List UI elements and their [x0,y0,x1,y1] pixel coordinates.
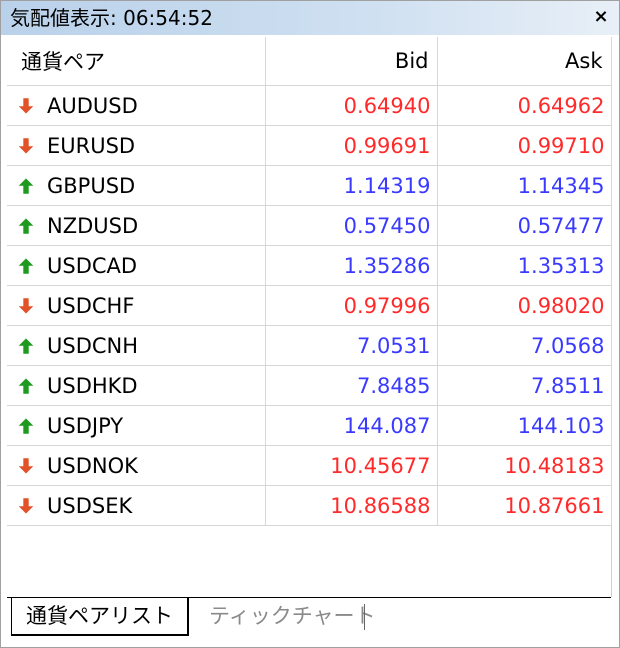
symbol-cell[interactable]: USDNOK [7,445,266,486]
arrow-up-icon [17,377,35,394]
symbol-cell[interactable]: USDSEK [7,485,266,526]
ask-cell[interactable]: 0.57477 [437,205,612,246]
window-title: 気配値表示: 06:54:52 [10,6,213,30]
title-bar[interactable]: 気配値表示: 06:54:52 × [1,1,619,35]
symbol-cell[interactable]: NZDUSD [7,205,266,246]
bid-cell[interactable]: 7.8485 [265,365,438,406]
quotes-table-body: AUDUSD 0.64940 0.64962 EURUSD 0.99691 0.99710… [7,85,612,526]
arrow-up-icon [17,337,35,354]
ask-cell[interactable]: 1.35313 [437,245,612,286]
table-row[interactable]: AUDUSD 0.64940 0.64962 [7,85,612,126]
quotes-table: 通貨ペア Bid Ask AUDUSD 0.64940 0.64962 EURUSD 0… [7,37,612,526]
table-row[interactable]: NZDUSD 0.57450 0.57477 [7,205,612,246]
symbol-label: USDSEK [47,493,133,518]
ask-cell[interactable]: 7.8511 [437,365,612,406]
symbol-label: GBPUSD [47,173,136,198]
ask-cell[interactable]: 1.14345 [437,165,612,206]
arrow-down-icon [17,497,35,514]
table-row[interactable]: USDCAD 1.35286 1.35313 [7,245,612,286]
table-header-row: 通貨ペア Bid Ask [7,37,612,86]
symbol-label: EURUSD [47,133,136,158]
table-row[interactable]: USDCNH 7.0531 7.0568 [7,325,612,366]
bid-cell[interactable]: 10.45677 [265,445,438,486]
tab-tick-chart[interactable]: ティックチャート [195,598,390,634]
arrow-up-icon [17,217,35,234]
symbol-cell[interactable]: USDCNH [7,325,266,366]
symbol-label: USDNOK [47,453,138,478]
bid-cell[interactable]: 0.64940 [265,85,438,126]
close-button[interactable]: × [591,7,611,27]
table-row[interactable]: USDHKD 7.8485 7.8511 [7,365,612,406]
table-row[interactable]: USDSEK 10.86588 10.87661 [7,485,612,526]
ask-cell[interactable]: 144.103 [437,405,612,446]
bid-cell[interactable]: 10.86588 [265,485,438,526]
symbol-cell[interactable]: AUDUSD [7,85,266,126]
symbol-label: USDCNH [47,333,139,358]
quotes-table-container: 通貨ペア Bid Ask AUDUSD 0.64940 0.64962 EURUSD 0… [7,37,612,597]
ask-cell[interactable]: 0.98020 [437,285,612,326]
bid-cell[interactable]: 144.087 [265,405,438,446]
bid-cell[interactable]: 1.35286 [265,245,438,286]
column-header-bid[interactable]: Bid [265,37,438,86]
market-watch-window: 気配値表示: 06:54:52 × 通貨ペア Bid Ask AUDUSD 0.6… [0,0,620,648]
symbol-label: NZDUSD [47,213,139,238]
arrow-up-icon [17,417,35,434]
table-row[interactable]: GBPUSD 1.14319 1.14345 [7,165,612,206]
arrow-up-icon [17,177,35,194]
bid-cell[interactable]: 7.0531 [265,325,438,366]
table-row[interactable]: USDCHF 0.97996 0.98020 [7,285,612,326]
arrow-down-icon [17,137,35,154]
column-header-symbol[interactable]: 通貨ペア [7,37,266,86]
symbol-cell[interactable]: USDCHF [7,285,266,326]
tab-bar: 通貨ペアリスト ティックチャート [7,597,611,638]
symbol-label: USDHKD [47,373,138,398]
arrow-down-icon [17,97,35,114]
symbol-cell[interactable]: EURUSD [7,125,266,166]
ask-cell[interactable]: 10.48183 [437,445,612,486]
symbol-cell[interactable]: USDCAD [7,245,266,286]
tab-divider [364,604,365,630]
ask-cell[interactable]: 10.87661 [437,485,612,526]
bid-cell[interactable]: 1.14319 [265,165,438,206]
ask-cell[interactable]: 0.99710 [437,125,612,166]
bid-cell[interactable]: 0.97996 [265,285,438,326]
tab-symbol-list[interactable]: 通貨ペアリスト [11,598,189,636]
symbol-cell[interactable]: USDHKD [7,365,266,406]
arrow-up-icon [17,257,35,274]
table-row[interactable]: USDNOK 10.45677 10.48183 [7,445,612,486]
symbol-label: USDCHF [47,293,135,318]
ask-cell[interactable]: 7.0568 [437,325,612,366]
table-row[interactable]: EURUSD 0.99691 0.99710 [7,125,612,166]
arrow-down-icon [17,457,35,474]
symbol-cell[interactable]: USDJPY [7,405,266,446]
table-row[interactable]: USDJPY 144.087 144.103 [7,405,612,446]
symbol-cell[interactable]: GBPUSD [7,165,266,206]
bid-cell[interactable]: 0.57450 [265,205,438,246]
ask-cell[interactable]: 0.64962 [437,85,612,126]
symbol-label: AUDUSD [47,93,138,118]
bid-cell[interactable]: 0.99691 [265,125,438,166]
symbol-label: USDCAD [47,253,138,278]
arrow-down-icon [17,297,35,314]
column-header-ask[interactable]: Ask [437,37,612,86]
symbol-label: USDJPY [47,413,124,438]
